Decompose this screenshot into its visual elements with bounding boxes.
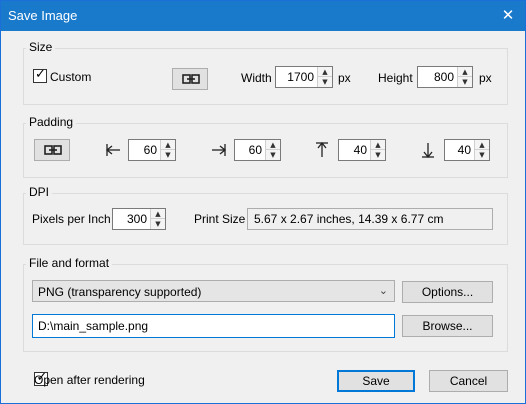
padding-group-label: Padding	[26, 115, 77, 129]
spin-down-icon[interactable]: ▼	[318, 77, 332, 87]
link-icon	[182, 74, 200, 84]
chevron-down-icon: ⌄	[378, 284, 388, 297]
pixels-per-inch-label: Pixels per Inch	[32, 212, 111, 226]
size-group-label: Size	[26, 40, 56, 54]
format-dropdown[interactable]: PNG (transparency supported) ⌄	[32, 280, 395, 302]
custom-checkbox[interactable]	[33, 67, 47, 83]
spin-down-icon[interactable]: ▼	[266, 150, 280, 160]
file-path-field[interactable]	[32, 314, 395, 338]
title-bar: Save Image ✕	[1, 1, 525, 31]
options-button[interactable]: Options...	[402, 281, 493, 303]
arrow-down-bar-icon	[422, 143, 434, 159]
arrow-left-bar-icon	[105, 144, 120, 156]
spin-down-icon[interactable]: ▼	[458, 77, 472, 87]
height-stepper[interactable]: ▲ ▼	[417, 66, 473, 88]
spin-down-icon[interactable]: ▼	[161, 150, 175, 160]
width-input[interactable]	[276, 67, 318, 87]
format-selected-value: PNG (transparency supported)	[38, 285, 202, 299]
spin-up-icon[interactable]: ▲	[371, 140, 385, 150]
spin-down-icon[interactable]: ▼	[151, 219, 165, 229]
spin-up-icon[interactable]: ▲	[266, 140, 280, 150]
print-size-value: 5.67 x 2.67 inches, 14.39 x 6.77 cm	[247, 208, 493, 230]
arrow-right-bar-icon	[212, 144, 227, 156]
file-format-group-label: File and format	[26, 256, 113, 270]
link-icon	[44, 145, 62, 155]
save-button[interactable]: Save	[337, 370, 415, 392]
width-stepper[interactable]: ▲ ▼	[275, 66, 333, 88]
size-link-button[interactable]	[172, 68, 208, 90]
arrow-up-bar-icon	[316, 141, 328, 157]
width-unit: px	[338, 71, 351, 85]
spin-down-icon[interactable]: ▼	[371, 150, 385, 160]
padding-link-button[interactable]	[34, 139, 70, 161]
save-image-dialog: Save Image ✕ Size Custom Width ▲ ▼ px He…	[0, 0, 526, 404]
spin-up-icon[interactable]: ▲	[318, 67, 332, 77]
spin-up-icon[interactable]: ▲	[151, 209, 165, 219]
spin-up-icon[interactable]: ▲	[475, 140, 489, 150]
close-icon[interactable]: ✕	[491, 1, 525, 31]
height-label: Height	[378, 71, 413, 85]
padding-left-input[interactable]	[129, 140, 161, 160]
file-path-input[interactable]	[33, 315, 394, 337]
spin-down-icon[interactable]: ▼	[475, 150, 489, 160]
ppi-stepper[interactable]: ▲ ▼	[112, 208, 166, 230]
custom-label: Custom	[50, 70, 92, 84]
open-after-rendering-label: Open after rendering	[34, 373, 145, 387]
height-input[interactable]	[418, 67, 458, 87]
spin-up-icon[interactable]: ▲	[458, 67, 472, 77]
spin-up-icon[interactable]: ▲	[161, 140, 175, 150]
dpi-group-label: DPI	[26, 185, 53, 199]
padding-top-input[interactable]	[339, 140, 371, 160]
window-title: Save Image	[8, 8, 78, 23]
padding-left-stepper[interactable]: ▲ ▼	[128, 139, 176, 161]
padding-bottom-input[interactable]	[445, 140, 475, 160]
file-format-group: File and format	[23, 256, 508, 352]
padding-bottom-stepper[interactable]: ▲ ▼	[444, 139, 490, 161]
padding-right-input[interactable]	[235, 140, 266, 160]
padding-top-stepper[interactable]: ▲ ▼	[338, 139, 386, 161]
padding-right-stepper[interactable]: ▲ ▼	[234, 139, 281, 161]
ppi-input[interactable]	[113, 209, 151, 229]
cancel-button[interactable]: Cancel	[429, 370, 508, 392]
width-label: Width	[241, 71, 272, 85]
height-unit: px	[479, 71, 492, 85]
print-size-label: Print Size	[194, 212, 246, 226]
browse-button[interactable]: Browse...	[402, 315, 493, 337]
